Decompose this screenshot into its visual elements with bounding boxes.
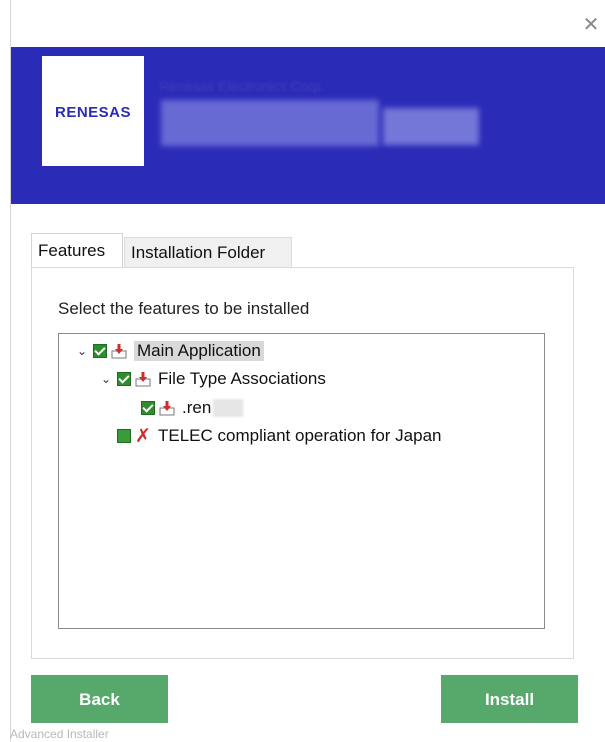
checkbox-telec[interactable] <box>117 429 131 443</box>
chevron-down-icon[interactable]: ⌄ <box>75 344 89 358</box>
install-icon[interactable] <box>110 342 128 360</box>
tree-item-ren[interactable]: .ren <box>141 396 244 420</box>
logo-text: RENESAS <box>54 104 132 121</box>
install-icon[interactable] <box>158 399 176 417</box>
install-button[interactable]: Install <box>441 675 578 723</box>
product-version-redacted <box>383 108 479 145</box>
not-installed-x-icon[interactable]: ✗ <box>134 427 152 446</box>
checkbox-file-type-associations[interactable] <box>117 372 131 386</box>
tree-item-label[interactable]: Main Application <box>134 341 264 361</box>
chevron-down-icon[interactable]: ⌄ <box>99 372 113 386</box>
product-name-redacted <box>161 100 379 146</box>
panel-label: Select the features to be installed <box>58 299 310 318</box>
tree-item-label[interactable]: TELEC compliant operation for Japan <box>158 426 442 446</box>
checkbox-main-application[interactable] <box>93 344 107 358</box>
header-banner: RENESAS Renesas Electronics Corp. <box>11 47 605 204</box>
tree-item-main-application[interactable]: ⌄ Main Application <box>75 339 264 363</box>
tree-item-label[interactable]: File Type Associations <box>158 369 326 389</box>
company-name: Renesas Electronics Corp. <box>159 78 325 94</box>
close-icon[interactable]: ✕ <box>581 14 601 34</box>
tree-item-telec[interactable]: ✗ TELEC compliant operation for Japan <box>117 424 442 448</box>
tab-features[interactable]: Features <box>31 233 123 269</box>
tree-item-label[interactable]: .ren <box>182 398 211 418</box>
extension-redacted <box>213 399 244 417</box>
feature-tree[interactable]: ⌄ Main Application ⌄ File Type Associati… <box>58 333 545 629</box>
footer-brand: Advanced Installer <box>10 727 109 741</box>
title-bar: ✕ <box>11 0 605 47</box>
back-button[interactable]: Back <box>31 675 168 723</box>
logo: RENESAS <box>42 56 144 166</box>
install-icon[interactable] <box>134 370 152 388</box>
tab-installation-folder[interactable]: Installation Folder <box>124 237 292 267</box>
checkbox-ren[interactable] <box>141 401 155 415</box>
tree-item-file-type-associations[interactable]: ⌄ File Type Associations <box>99 367 326 391</box>
